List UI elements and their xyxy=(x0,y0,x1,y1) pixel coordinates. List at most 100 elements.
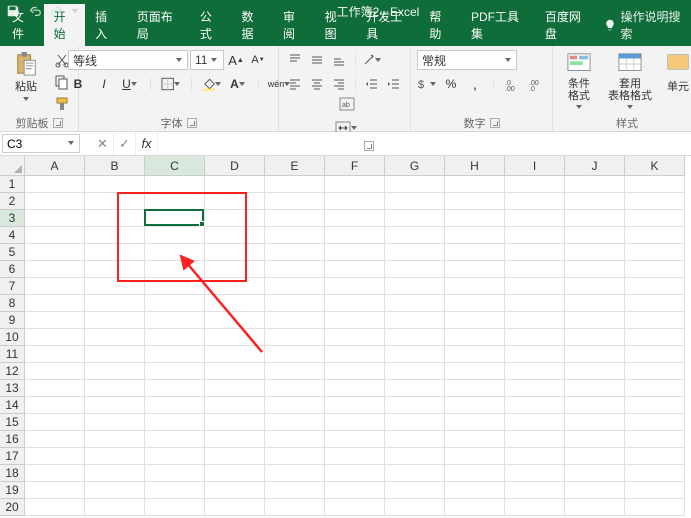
cell[interactable] xyxy=(205,329,265,346)
row-header[interactable]: 20 xyxy=(0,499,25,516)
column-header[interactable]: K xyxy=(625,156,685,176)
cell[interactable] xyxy=(505,465,565,482)
cell[interactable] xyxy=(205,397,265,414)
cell[interactable] xyxy=(325,414,385,431)
cell[interactable] xyxy=(145,312,205,329)
cell[interactable] xyxy=(385,312,445,329)
column-header[interactable]: J xyxy=(565,156,625,176)
cell[interactable] xyxy=(145,244,205,261)
row-headers[interactable]: 1234567891011121314151617181920 xyxy=(0,176,25,516)
cell[interactable] xyxy=(505,210,565,227)
cell[interactable] xyxy=(85,346,145,363)
percent-format-button[interactable]: % xyxy=(441,74,461,94)
paste-button[interactable]: 粘贴 xyxy=(6,50,46,105)
cell[interactable] xyxy=(625,431,685,448)
cell[interactable] xyxy=(205,482,265,499)
cell[interactable] xyxy=(325,363,385,380)
cell[interactable] xyxy=(505,176,565,193)
cell[interactable] xyxy=(625,380,685,397)
cell[interactable] xyxy=(25,295,85,312)
font-color-button[interactable]: A xyxy=(228,74,248,94)
qat-dropdown-icon[interactable] xyxy=(72,8,79,15)
cell[interactable] xyxy=(325,380,385,397)
undo-icon[interactable] xyxy=(28,4,42,18)
cell[interactable] xyxy=(565,499,625,516)
cell[interactable] xyxy=(445,363,505,380)
cell[interactable] xyxy=(565,210,625,227)
align-middle-button[interactable] xyxy=(307,50,327,70)
cell[interactable] xyxy=(205,499,265,516)
cell[interactable] xyxy=(265,482,325,499)
cell[interactable] xyxy=(385,261,445,278)
cell[interactable] xyxy=(565,465,625,482)
cell[interactable] xyxy=(325,278,385,295)
cell[interactable] xyxy=(505,261,565,278)
cell[interactable] xyxy=(265,210,325,227)
cell[interactable] xyxy=(505,363,565,380)
cell[interactable] xyxy=(445,380,505,397)
column-header[interactable]: A xyxy=(25,156,85,176)
font-dialog-launcher[interactable] xyxy=(187,118,197,128)
cell[interactable] xyxy=(205,193,265,210)
cell[interactable] xyxy=(25,414,85,431)
table-format-button[interactable]: 套用 表格格式 xyxy=(605,50,655,113)
row-header[interactable]: 2 xyxy=(0,193,25,210)
cell[interactable] xyxy=(85,312,145,329)
row-header[interactable]: 14 xyxy=(0,397,25,414)
cell[interactable] xyxy=(625,329,685,346)
cell[interactable] xyxy=(265,397,325,414)
cell[interactable] xyxy=(325,482,385,499)
cell[interactable] xyxy=(85,482,145,499)
cell[interactable] xyxy=(205,312,265,329)
save-icon[interactable] xyxy=(6,4,20,18)
column-header[interactable]: C xyxy=(145,156,205,176)
cell[interactable] xyxy=(265,227,325,244)
cell[interactable] xyxy=(145,278,205,295)
cell[interactable] xyxy=(565,397,625,414)
cell[interactable] xyxy=(565,227,625,244)
cell[interactable] xyxy=(385,363,445,380)
cell[interactable] xyxy=(205,261,265,278)
cell[interactable] xyxy=(145,380,205,397)
cell[interactable] xyxy=(25,448,85,465)
cell[interactable] xyxy=(565,312,625,329)
cell[interactable] xyxy=(625,482,685,499)
row-header[interactable]: 17 xyxy=(0,448,25,465)
orientation-button[interactable] xyxy=(362,50,382,70)
cell[interactable] xyxy=(85,329,145,346)
cell[interactable] xyxy=(85,278,145,295)
row-header[interactable]: 12 xyxy=(0,363,25,380)
cell[interactable] xyxy=(25,482,85,499)
cell[interactable] xyxy=(145,414,205,431)
cell[interactable] xyxy=(505,329,565,346)
cell[interactable] xyxy=(505,431,565,448)
cell[interactable] xyxy=(385,176,445,193)
cell[interactable] xyxy=(85,448,145,465)
cell[interactable] xyxy=(265,465,325,482)
cell[interactable] xyxy=(85,397,145,414)
cell[interactable] xyxy=(25,261,85,278)
cell[interactable] xyxy=(145,448,205,465)
cell[interactable] xyxy=(85,431,145,448)
cell[interactable] xyxy=(25,176,85,193)
cell[interactable] xyxy=(505,414,565,431)
cell[interactable] xyxy=(505,227,565,244)
cell[interactable] xyxy=(625,465,685,482)
cell[interactable] xyxy=(625,295,685,312)
cell[interactable] xyxy=(445,312,505,329)
cell[interactable] xyxy=(445,448,505,465)
cell[interactable] xyxy=(85,380,145,397)
cell[interactable] xyxy=(265,414,325,431)
cell[interactable] xyxy=(145,363,205,380)
fill-color-button[interactable] xyxy=(202,74,222,94)
conditional-format-button[interactable]: 条件格式 xyxy=(559,50,599,113)
cell[interactable] xyxy=(25,210,85,227)
row-header[interactable]: 10 xyxy=(0,329,25,346)
alignment-dialog-launcher[interactable] xyxy=(364,141,374,151)
cell[interactable] xyxy=(385,482,445,499)
column-header[interactable]: F xyxy=(325,156,385,176)
cell[interactable] xyxy=(205,431,265,448)
cell[interactable] xyxy=(325,261,385,278)
cell[interactable] xyxy=(565,278,625,295)
cell[interactable] xyxy=(145,329,205,346)
